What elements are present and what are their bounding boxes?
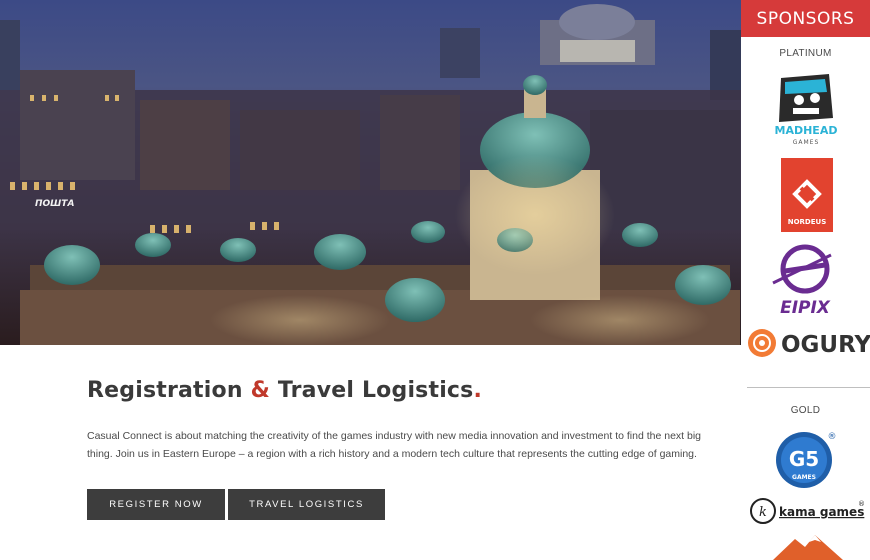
g5-subtitle: GAMES: [792, 474, 816, 481]
kama-games-wordmark: kama games: [779, 505, 864, 519]
madhead-subtitle: GAMES: [793, 139, 820, 146]
gold-tier-label: GOLD: [790, 405, 821, 416]
madhead-wordmark: MADHEAD: [775, 124, 838, 137]
nordeus-logo[interactable]: NORDEUS: [781, 158, 833, 237]
register-now-button[interactable]: REGISTER NOW: [87, 489, 225, 520]
page: ПОШТА Registration & Travel Logistics. C…: [0, 0, 870, 560]
mountain-logo[interactable]: [773, 533, 843, 560]
sponsors-header: SPONSORS: [741, 0, 870, 37]
kama-registered-mark: ®: [858, 500, 865, 508]
title-part2: Travel Logistics: [277, 378, 474, 403]
svg-text:k: k: [759, 505, 767, 520]
g5-registered-mark: ®: [828, 432, 837, 442]
tier-divider: [747, 387, 870, 388]
intro-paragraph: Casual Connect is about matching the cre…: [87, 430, 702, 460]
ogury-logo[interactable]: OGURY: [747, 326, 870, 365]
sponsors-sidebar: SPONSORS PLATINUM MADHEAD GAMES NORDEUS: [741, 0, 870, 560]
g5-wordmark: G5: [789, 447, 819, 471]
action-buttons: REGISTER NOW TRAVEL LOGISTICS: [87, 489, 727, 520]
main-content: Registration & Travel Logistics. Casual …: [87, 378, 727, 520]
platinum-tier-label: PLATINUM: [779, 48, 832, 59]
page-title: Registration & Travel Logistics.: [87, 378, 727, 403]
ogury-wordmark: OGURY: [781, 332, 870, 358]
title-ampersand: &: [250, 378, 270, 403]
kama-games-logo[interactable]: k kama games ®: [749, 497, 869, 530]
madhead-games-logo[interactable]: MADHEAD GAMES: [771, 70, 841, 153]
hero-image: ПОШТА: [0, 0, 741, 345]
nordeus-wordmark: NORDEUS: [788, 218, 827, 226]
eipix-logo[interactable]: EIPIX: [771, 243, 837, 322]
title-dot: .: [473, 378, 483, 403]
post-office-sign: ПОШТА: [35, 199, 74, 209]
eipix-wordmark: EIPIX: [780, 298, 831, 317]
title-part1: Registration: [87, 378, 243, 403]
g5-games-logo[interactable]: G5 GAMES ®: [774, 428, 838, 497]
travel-logistics-button[interactable]: TRAVEL LOGISTICS: [228, 489, 385, 520]
